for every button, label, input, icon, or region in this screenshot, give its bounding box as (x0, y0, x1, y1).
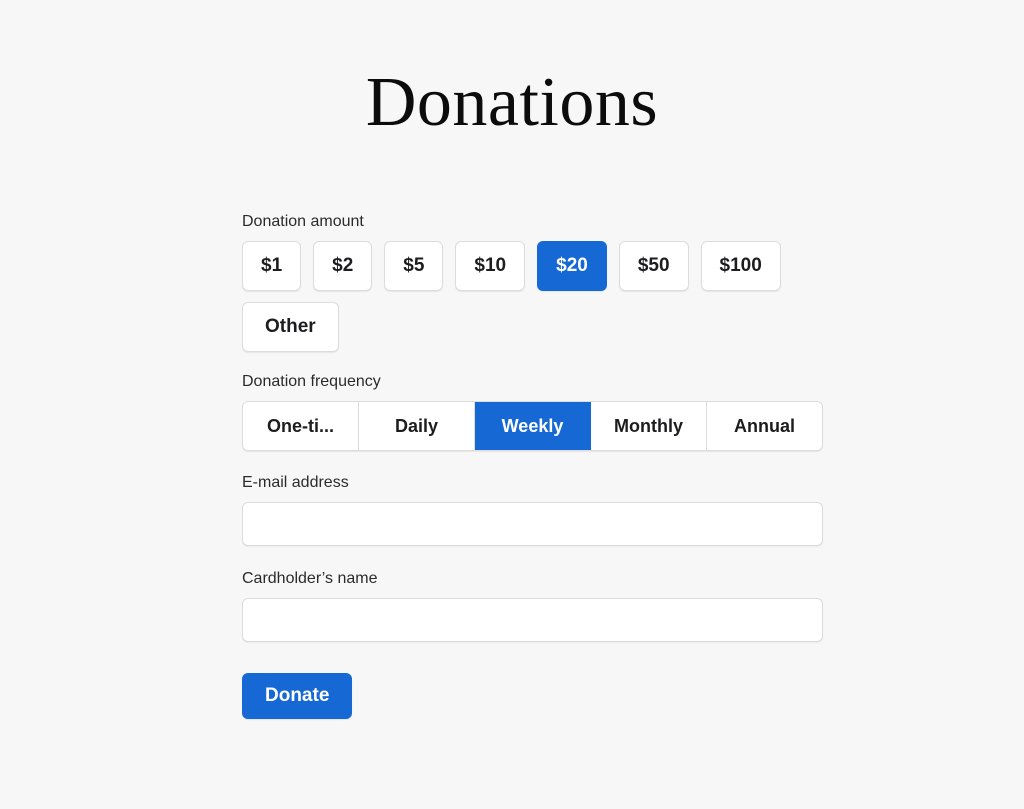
amount-option-2[interactable]: $2 (313, 241, 373, 291)
frequency-option-one-time[interactable]: One-ti... (243, 402, 359, 450)
amount-option-other[interactable]: Other (242, 302, 339, 352)
donation-frequency-label: Donation frequency (242, 373, 381, 390)
donation-amount-options: $1 $2 $5 $10 $20 $50 $100 Other (242, 241, 824, 352)
email-label: E-mail address (242, 474, 349, 491)
frequency-option-monthly[interactable]: Monthly (591, 402, 707, 450)
frequency-option-weekly[interactable]: Weekly (475, 402, 591, 450)
page-title: Donations (365, 64, 659, 141)
donate-button[interactable]: Donate (242, 673, 353, 719)
donation-page: Donations Donation amount $1 $2 $5 $10 $… (0, 0, 1024, 809)
amount-option-100[interactable]: $100 (700, 241, 781, 291)
donation-frequency-options: One-ti... Daily Weekly Monthly Annual (242, 401, 823, 451)
cardholder-name-label: Cardholder’s name (242, 570, 378, 587)
amount-option-10[interactable]: $10 (455, 241, 526, 291)
amount-option-1[interactable]: $1 (242, 241, 302, 291)
donation-amount-label: Donation amount (242, 213, 364, 230)
frequency-option-annual[interactable]: Annual (707, 402, 822, 450)
amount-option-20[interactable]: $20 (537, 241, 607, 291)
cardholder-name-input[interactable] (242, 598, 823, 642)
frequency-option-daily[interactable]: Daily (359, 402, 475, 450)
amount-option-5[interactable]: $5 (384, 241, 444, 291)
email-input[interactable] (242, 502, 823, 546)
donation-form: Donation amount $1 $2 $5 $10 $20 $50 $10… (242, 212, 824, 719)
amount-option-50[interactable]: $50 (618, 241, 689, 291)
